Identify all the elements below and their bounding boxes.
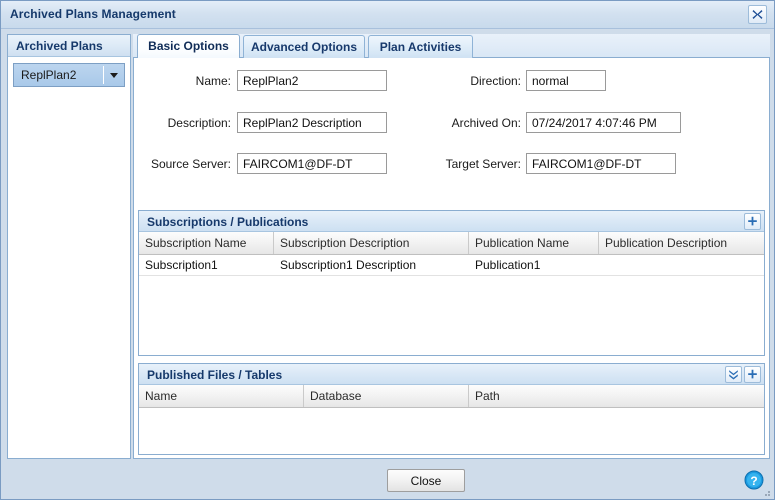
source-server-field[interactable]: [237, 153, 387, 174]
archived-plans-management-window: Archived Plans Management Archived Plans…: [0, 0, 775, 500]
published-files-panel-header: Published Files / Tables: [139, 364, 764, 385]
plan-details-form: Name: Direction: Description: Archived O…: [134, 58, 769, 180]
published-files-panel-title: Published Files / Tables: [147, 368, 283, 382]
subscriptions-grid-header: Subscription Name Subscription Descripti…: [139, 232, 764, 255]
target-server-label: Target Server:: [445, 157, 521, 171]
subscriptions-panel-header: Subscriptions / Publications: [139, 211, 764, 232]
double-chevron-down-icon: [729, 370, 738, 380]
direction-field[interactable]: [526, 70, 606, 91]
tab-strip: Basic Options Advanced Options Plan Acti…: [133, 34, 770, 58]
plus-icon: [748, 369, 757, 379]
window-footer: Close ?: [1, 463, 774, 499]
main-panel: Basic Options Advanced Options Plan Acti…: [133, 34, 770, 459]
published-files-grid: Name Database Path: [139, 385, 764, 455]
window-title: Archived Plans Management: [10, 7, 176, 21]
description-label: Description:: [167, 116, 231, 130]
published-files-grid-header: Name Database Path: [139, 385, 764, 408]
cell-publication-name: Publication1: [475, 258, 541, 272]
sidebar-header: Archived Plans: [8, 35, 130, 57]
chevron-down-icon: [110, 73, 118, 78]
column-header-path[interactable]: Path: [469, 385, 764, 407]
name-field[interactable]: [237, 70, 387, 91]
add-published-file-button[interactable]: [744, 366, 761, 383]
cell-subscription-name: Subscription1: [145, 258, 218, 272]
add-subscription-button[interactable]: [744, 213, 761, 230]
svg-text:?: ?: [750, 474, 757, 488]
archived-on-field[interactable]: [526, 112, 681, 133]
table-row[interactable]: Subscription1 Subscription1 Description …: [139, 255, 764, 276]
resize-grip-icon[interactable]: [760, 486, 772, 498]
tab-plan-activities-label: Plan Activities: [379, 40, 462, 54]
cell-subscription-description: Subscription1 Description: [280, 258, 417, 272]
source-server-label: Source Server:: [150, 157, 231, 171]
name-label: Name:: [195, 74, 231, 88]
close-x-icon: [752, 10, 763, 19]
tab-plan-activities[interactable]: Plan Activities: [368, 35, 473, 58]
plan-select-value: ReplPlan2: [21, 68, 77, 82]
subscriptions-grid: Subscription Name Subscription Descripti…: [139, 232, 764, 356]
column-header-subscription-name[interactable]: Subscription Name: [139, 232, 274, 254]
subscriptions-publications-panel: Subscriptions / Publications Subscriptio…: [138, 210, 765, 356]
cell-publication-description: [599, 255, 764, 275]
tab-advanced-options-label: Advanced Options: [250, 40, 357, 54]
tab-panel-basic-options: Name: Direction: Description: Archived O…: [133, 58, 770, 459]
sidebar-header-label: Archived Plans: [16, 39, 103, 53]
direction-label: Direction:: [470, 74, 521, 88]
combo-divider: [103, 66, 104, 84]
column-header-subscription-description[interactable]: Subscription Description: [274, 232, 469, 254]
archived-on-label: Archived On:: [451, 116, 521, 130]
window-titlebar: Archived Plans Management: [1, 1, 774, 29]
plan-select-dropdown[interactable]: ReplPlan2: [13, 63, 125, 87]
tab-basic-options-label: Basic Options: [148, 39, 229, 53]
description-field[interactable]: [237, 112, 387, 133]
column-header-database[interactable]: Database: [304, 385, 469, 407]
subscriptions-panel-title: Subscriptions / Publications: [147, 215, 309, 229]
plus-icon: [748, 216, 757, 226]
archived-plans-sidebar: Archived Plans ReplPlan2: [7, 34, 131, 459]
expand-published-files-button[interactable]: [725, 366, 742, 383]
column-header-name[interactable]: Name: [139, 385, 304, 407]
target-server-field[interactable]: [526, 153, 676, 174]
tab-advanced-options[interactable]: Advanced Options: [243, 35, 365, 58]
tab-basic-options[interactable]: Basic Options: [137, 34, 240, 58]
column-header-publication-name[interactable]: Publication Name: [469, 232, 599, 254]
published-files-tables-panel: Published Files / Tables Name Database P…: [138, 363, 765, 455]
column-header-publication-description[interactable]: Publication Description: [599, 232, 764, 254]
close-button[interactable]: Close: [387, 469, 465, 492]
close-window-button[interactable]: [748, 5, 767, 24]
